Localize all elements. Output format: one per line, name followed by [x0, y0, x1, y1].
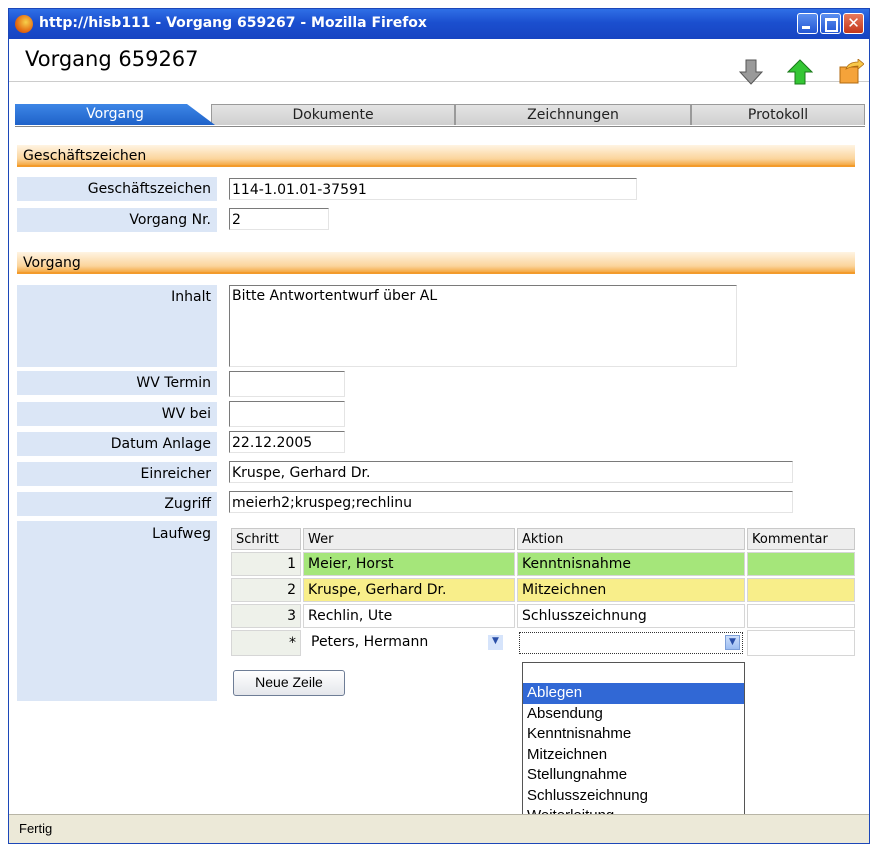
aktion-select[interactable]: ▼ — [519, 632, 743, 654]
laufweg-label-column — [17, 521, 217, 701]
aktion-cell[interactable]: Mitzeichnen — [517, 578, 745, 602]
schritt-cell: * — [231, 630, 301, 656]
chevron-down-icon[interactable]: ▼ — [488, 635, 503, 650]
schritt-cell: 2 — [231, 578, 301, 602]
page-title: Vorgang 659267 — [25, 47, 199, 71]
tab-protokoll[interactable]: Protokoll — [691, 104, 865, 125]
neue-zeile-button[interactable]: Neue Zeile — [233, 670, 345, 696]
label-wv-termin: WV Termin — [17, 371, 217, 395]
column-header-wer[interactable]: Wer — [303, 528, 515, 550]
dropdown-option-empty[interactable] — [523, 663, 744, 683]
section-header-vorgang: Vorgang — [17, 252, 855, 274]
status-bar: Fertig — [9, 814, 869, 843]
label-inhalt: Inhalt — [17, 285, 217, 367]
column-header-schritt[interactable]: Schritt — [231, 528, 301, 550]
geschaeftszeichen-field[interactable]: 114-1.01.01-37591 — [229, 178, 637, 200]
minimize-button[interactable] — [797, 13, 818, 34]
laufweg-header-row: Schritt Wer Aktion Kommentar — [231, 528, 855, 550]
kommentar-cell[interactable] — [747, 630, 855, 656]
aktion-cell[interactable]: Kenntnisnahme — [517, 552, 745, 576]
arrow-up-icon[interactable] — [787, 59, 813, 85]
close-window-button[interactable]: ✕ — [843, 13, 864, 34]
dropdown-option-stellungnahme[interactable]: Stellungnahme — [523, 765, 744, 786]
datum-anlage-field[interactable]: 22.12.2005 — [229, 431, 345, 453]
tab-dokumente[interactable]: Dokumente — [211, 104, 455, 125]
status-text: Fertig — [19, 821, 53, 836]
vorgang-nr-field[interactable]: 2 — [229, 208, 329, 230]
label-vorgang-nr: Vorgang Nr. — [17, 208, 217, 232]
wer-cell[interactable]: Meier, Horst — [303, 552, 515, 576]
tab-bar: Vorgang Dokumente Zeichnungen Protokoll — [15, 104, 865, 127]
export-icon[interactable] — [838, 59, 864, 85]
section-header-geschaeftszeichen: Geschäftszeichen — [17, 145, 855, 167]
kommentar-cell[interactable] — [747, 552, 855, 576]
dropdown-option-mitzeichnen[interactable]: Mitzeichnen — [523, 745, 744, 766]
label-zugriff: Zugriff — [17, 492, 217, 516]
label-einreicher: Einreicher — [17, 462, 217, 486]
column-header-aktion[interactable]: Aktion — [517, 528, 745, 550]
title-bar: http://hisb111 - Vorgang 659267 - Mozill… — [9, 9, 869, 39]
aktion-dropdown-list: Ablegen Absendung Kenntnisnahme Mitzeich… — [522, 662, 745, 828]
label-geschaeftszeichen: Geschäftszeichen — [17, 177, 217, 201]
close-icon: ✕ — [847, 14, 860, 32]
firefox-logo-icon — [15, 15, 33, 33]
arrow-down-icon[interactable] — [739, 59, 763, 85]
label-wv-bei: WV bei — [17, 402, 217, 426]
table-row-new[interactable]: * Peters, Hermann ▼ ▼ — [231, 630, 855, 656]
wer-select-value: Peters, Hermann — [311, 634, 429, 650]
laufweg-table: Schritt Wer Aktion Kommentar 1 Meier, Ho… — [229, 526, 857, 658]
einreicher-field[interactable]: Kruspe, Gerhard Dr. — [229, 461, 793, 483]
zugriff-field[interactable]: meierh2;kruspeg;rechlinu — [229, 491, 793, 513]
window-title: http://hisb111 - Vorgang 659267 - Mozill… — [39, 15, 427, 31]
schritt-cell: 1 — [231, 552, 301, 576]
wer-cell[interactable]: Kruspe, Gerhard Dr. — [303, 578, 515, 602]
dropdown-option-kenntnisnahme[interactable]: Kenntnisnahme — [523, 724, 744, 745]
label-laufweg: Laufweg — [152, 526, 211, 542]
aktion-cell[interactable]: Schlusszeichnung — [517, 604, 745, 628]
table-row[interactable]: 3 Rechlin, Ute Schlusszeichnung — [231, 604, 855, 628]
browser-window: http://hisb111 - Vorgang 659267 - Mozill… — [8, 8, 870, 844]
table-row[interactable]: 1 Meier, Horst Kenntnisnahme — [231, 552, 855, 576]
wer-cell[interactable]: Rechlin, Ute — [303, 604, 515, 628]
dropdown-option-schlusszeichnung[interactable]: Schlusszeichnung — [523, 786, 744, 807]
kommentar-cell[interactable] — [747, 578, 855, 602]
schritt-cell: 3 — [231, 604, 301, 628]
inhalt-textarea[interactable]: Bitte Antwortentwurf über AL — [229, 285, 737, 367]
chevron-down-icon[interactable]: ▼ — [725, 635, 740, 650]
page-header: Vorgang 659267 — [9, 39, 869, 85]
dropdown-option-absendung[interactable]: Absendung — [523, 704, 744, 725]
wv-bei-field[interactable] — [229, 401, 345, 427]
kommentar-cell[interactable] — [747, 604, 855, 628]
column-header-kommentar[interactable]: Kommentar — [747, 528, 855, 550]
maximize-button[interactable] — [820, 13, 841, 34]
wer-select[interactable]: Peters, Hermann ▼ — [305, 633, 513, 653]
table-row[interactable]: 2 Kruspe, Gerhard Dr. Mitzeichnen — [231, 578, 855, 602]
tab-vorgang[interactable]: Vorgang — [15, 104, 215, 125]
label-datum-anlage: Datum Anlage — [17, 432, 217, 456]
wv-termin-field[interactable] — [229, 371, 345, 397]
dropdown-option-ablegen[interactable]: Ablegen — [523, 683, 744, 704]
tab-zeichnungen[interactable]: Zeichnungen — [455, 104, 691, 125]
